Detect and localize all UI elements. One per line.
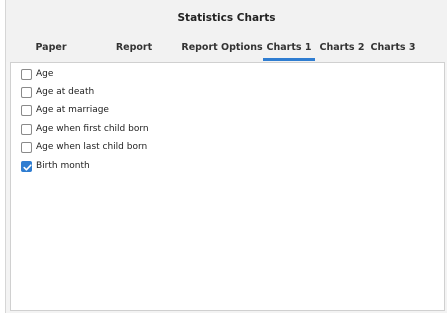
checkbox-age-when-first-child-born[interactable]: Age when first child born <box>21 122 149 136</box>
checkbox-box[interactable] <box>21 141 32 153</box>
checkmark-icon <box>23 163 32 171</box>
checkbox-age-at-marriage[interactable]: Age at marriage <box>21 103 109 117</box>
checkbox-box[interactable] <box>21 86 32 98</box>
dialog-title: Statistics Charts <box>6 0 447 36</box>
checkbox-label: Birth month <box>36 161 90 171</box>
checkbox-label: Age at death <box>36 87 95 97</box>
tab-charts-2[interactable]: Charts 2 <box>319 36 365 60</box>
tab-report-options[interactable]: Report Options <box>94 36 174 77</box>
checkbox-box[interactable] <box>21 104 32 116</box>
checkbox-age[interactable]: Age <box>21 67 53 81</box>
tab-charts-1[interactable]: Charts 1 <box>263 36 315 61</box>
tab-paper-options[interactable]: Paper Options <box>15 36 87 77</box>
checkbox-birth-month[interactable]: Birth month <box>21 159 90 173</box>
checkbox-age-at-death[interactable]: Age at death <box>21 85 94 99</box>
checkbox-box[interactable] <box>21 123 32 135</box>
charts-1-panel: Age Age at death Age at marriage Age whe… <box>10 62 445 311</box>
statistics-charts-dialog: Statistics Charts Paper Options Report O… <box>0 0 447 313</box>
tab-bar: Paper Options Report Options Report Opti… <box>6 36 447 77</box>
checkbox-label: Age <box>36 69 54 79</box>
checkbox-label: Age at marriage <box>36 105 109 115</box>
checkbox-box-checked[interactable] <box>21 160 32 172</box>
tab-report-options-2[interactable]: Report Options (2) <box>178 36 266 77</box>
tab-charts-3[interactable]: Charts 3 <box>370 36 416 60</box>
checkbox-label: Age when last child born <box>36 142 148 152</box>
checkbox-age-when-last-child-born[interactable]: Age when last child born <box>21 140 147 154</box>
checkbox-label: Age when first child born <box>36 124 149 134</box>
checkbox-box[interactable] <box>21 68 32 80</box>
